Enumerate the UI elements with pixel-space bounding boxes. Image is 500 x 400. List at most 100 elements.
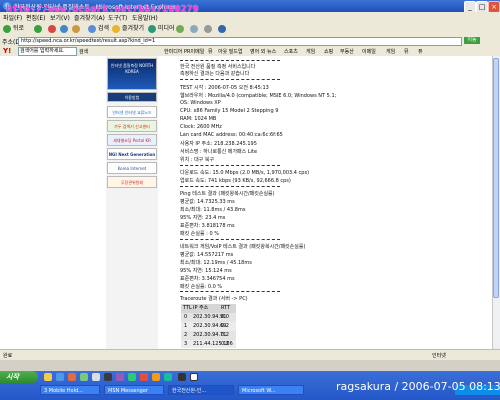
links-item[interactable]: 퓨: [418, 48, 423, 55]
voip-title: 네트워크 게임/VoIP 테스트 결과 (패킷왕복시간/패킷손실률): [180, 244, 306, 250]
links-item[interactable]: 영어 외 뉴스: [250, 48, 276, 55]
print-button[interactable]: [204, 24, 214, 34]
table-row: 1 202.30.94.69 0.2 ms: [181, 322, 236, 338]
go-button[interactable]: 이동: [464, 37, 480, 44]
voip-loss: 패킷 손실률: 0.0 %: [180, 284, 223, 290]
history-button[interactable]: [176, 24, 186, 34]
start-button[interactable]: 시작: [0, 371, 38, 383]
sidebar-banner-ngi[interactable]: NGI Next Generation: [107, 148, 157, 160]
ram-info: RAM: 1024 MB: [180, 116, 217, 122]
history-icon: [176, 24, 184, 33]
search-button[interactable]: 검색: [88, 24, 109, 34]
links-item[interactable]: 한미디어: [164, 48, 182, 55]
trace-header-ip: IP 주소: [193, 305, 209, 311]
mail-icon: [190, 24, 198, 33]
mac-info: Lan card MAC address: 00:40:ca:6c:6f:65: [180, 132, 283, 138]
menu-help[interactable]: 도움말(H): [132, 13, 158, 22]
links-item[interactable]: 부동산: [340, 48, 354, 55]
links-item[interactable]: 아웃 빌드업: [218, 48, 243, 55]
stop-button[interactable]: [48, 24, 58, 34]
status-text: 완료: [3, 353, 13, 359]
location-info: 위치 : 대구 북구: [180, 157, 215, 163]
menu-tools[interactable]: 도구(T): [108, 13, 127, 22]
media-button[interactable]: 미디어: [148, 24, 175, 34]
divider: [180, 239, 280, 240]
ie-icon[interactable]: [56, 373, 64, 381]
links-item[interactable]: 게임: [306, 48, 315, 55]
refresh-button[interactable]: [60, 24, 70, 34]
browser-info: 웹브라우저 : Mozilla/4.0 (compatible; MSIE 6.…: [180, 93, 337, 99]
refresh-icon: [60, 24, 68, 33]
sidebar-banner-kix[interactable]: Korea Internet Exchange: [107, 162, 157, 174]
messenger-icon[interactable]: [80, 373, 88, 381]
divider: [180, 79, 280, 80]
app-icon[interactable]: [128, 373, 136, 381]
app-icon[interactable]: [178, 373, 186, 381]
scrollbar-thumb[interactable]: [493, 58, 499, 298]
favorites-button[interactable]: 즐겨찾기: [112, 24, 144, 34]
sidebar-banner-report[interactable]: 가두 검색기 신고센터: [107, 120, 157, 132]
app-icon[interactable]: [164, 373, 172, 381]
sidebar-banner-main[interactable]: 인터넷 품질측정 NORTH KOREA: [107, 58, 157, 90]
os-info: OS: Windows XP: [180, 100, 221, 106]
ttl-cell: 1: [184, 323, 188, 329]
menu-file[interactable]: 파일(F): [3, 13, 22, 22]
taskbar-task[interactable]: 3 Mobile Hold...: [40, 385, 100, 395]
taskbar-task-active[interactable]: 한국전산원-인...: [168, 385, 234, 395]
links-item[interactable]: PR이메일: [184, 48, 204, 55]
voip-95: 95% 지연: 15.124 ms: [180, 268, 232, 274]
app-icon[interactable]: [104, 373, 112, 381]
status-bar: 완료 인터넷: [0, 349, 500, 360]
ping-avg: 평균값: 14.7325.33 ms: [180, 199, 235, 205]
address-input[interactable]: http://speed.nca.or.kr/speedtest/result.…: [18, 37, 462, 46]
back-arrow-icon: [3, 24, 11, 33]
taskbar-task[interactable]: Microsoft W...: [238, 385, 304, 395]
table-row: 3 211.44.125.166 0.2 ms: [181, 340, 236, 355]
links-item[interactable]: 뮤: [208, 48, 213, 55]
ping-minmax: 최소/최대: 11.8ms / 43.8ms: [180, 207, 246, 213]
divider: [180, 165, 280, 166]
search-icon: [88, 24, 96, 33]
sidebar-banner-exchange[interactable]: 인터넷 인터넷 교류노드: [107, 106, 157, 118]
app-icon[interactable]: [190, 373, 198, 381]
menu-favorites[interactable]: 즐겨찾기(A): [74, 13, 105, 22]
app-icon[interactable]: [116, 373, 124, 381]
yahoo-search-input[interactable]: 검색어를 입력하세요.: [18, 47, 77, 56]
home-icon: [72, 24, 80, 33]
sidebar-banner-committee[interactable]: 무장관위원회: [107, 176, 157, 188]
divider: [180, 186, 280, 187]
edit-button[interactable]: [218, 24, 228, 34]
taskbar-task[interactable]: MSN Messenger: [104, 385, 164, 395]
menu-edit[interactable]: 편집(E): [26, 13, 46, 22]
voip-minmax: 최소/최대: 12.19ms / 45.18ms: [180, 260, 252, 266]
app-icon[interactable]: [140, 373, 148, 381]
sidebar-banner-howto[interactable]: 이용방법: [107, 92, 157, 102]
forward-button[interactable]: [34, 24, 44, 34]
mail-button[interactable]: [190, 24, 200, 34]
status-zone: 인터넷: [432, 353, 446, 359]
ttl-cell: 2: [184, 332, 188, 338]
links-item[interactable]: 뮤: [404, 48, 409, 55]
desktop-icon[interactable]: [92, 373, 100, 381]
menu-view[interactable]: 보기(V): [50, 13, 70, 22]
links-item[interactable]: 게임: [386, 48, 395, 55]
links-item[interactable]: 이메일: [362, 48, 376, 55]
stop-icon: [48, 24, 56, 33]
divider: [180, 60, 280, 61]
home-button[interactable]: [72, 24, 82, 34]
app-icon[interactable]: [152, 373, 160, 381]
sidebar-banner-portal[interactable]: 세대별코딩 Portal KR: [107, 134, 157, 146]
ping-loss: 패킷 손실률 : 0 %: [180, 231, 219, 237]
trace-header-rtt: RTT: [221, 305, 231, 311]
isp-info: 서비스명 : 하나로통신 메가패스 Lite: [180, 149, 258, 155]
folder-icon[interactable]: [44, 373, 52, 381]
media-player-icon[interactable]: [68, 373, 76, 381]
links-item[interactable]: 쇼핑: [324, 48, 333, 55]
cpu-info: CPU: x86 Family 15 Model 2 Stepping 9: [180, 108, 279, 114]
back-button[interactable]: 뒤로: [3, 24, 24, 34]
links-item[interactable]: 스포츠: [284, 48, 298, 55]
yahoo-logo-icon[interactable]: Y!: [3, 47, 11, 55]
links-search-button[interactable]: 검색: [79, 48, 88, 55]
ttl-cell: 3: [184, 341, 188, 347]
clock-info: Clock: 2600 MHz: [180, 124, 222, 130]
